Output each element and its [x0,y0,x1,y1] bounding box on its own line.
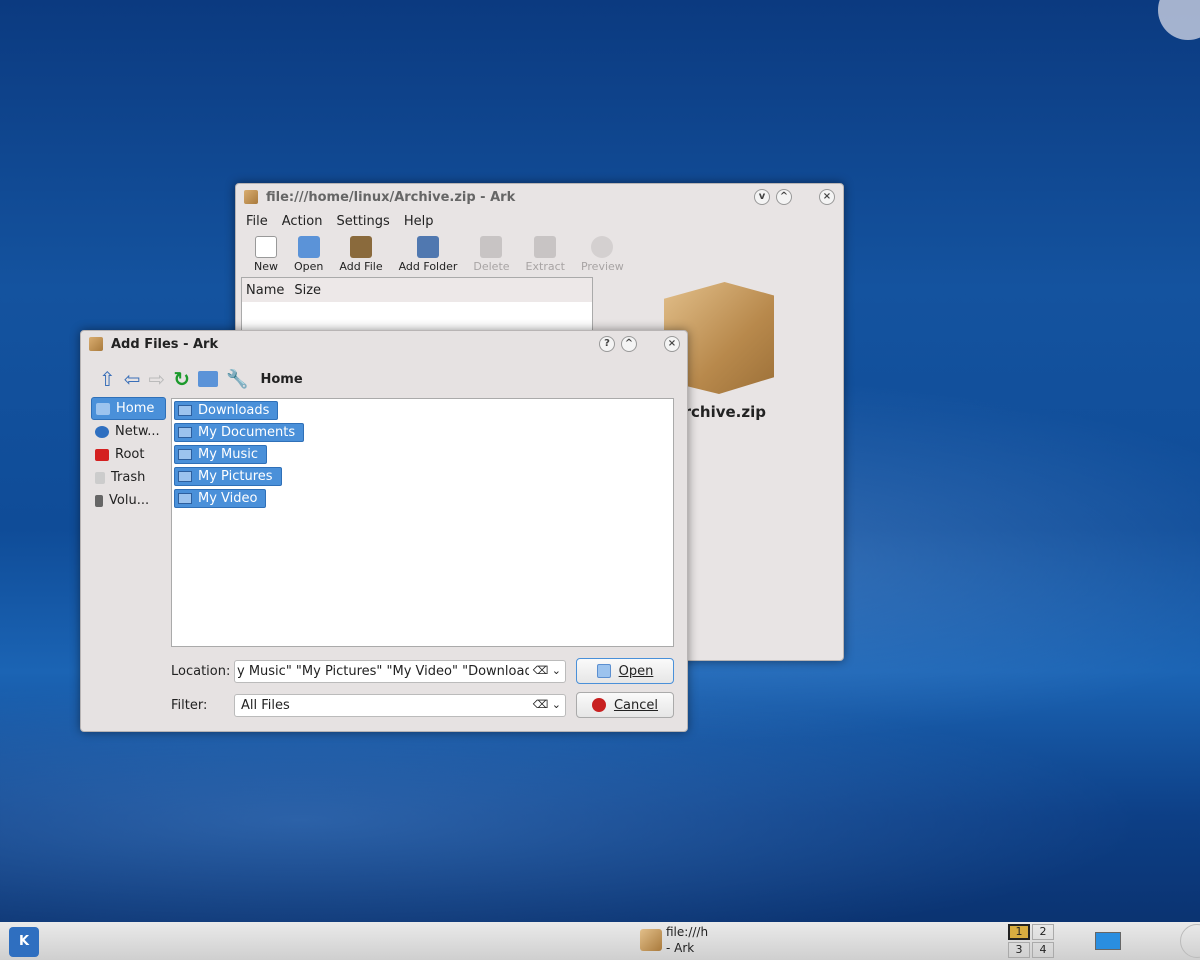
folder-icon [178,449,192,460]
ark-app-icon [244,190,258,204]
list-header: Name Size [242,278,592,302]
delete-button[interactable]: Delete [465,236,517,276]
cancel-button[interactable]: Cancel [576,692,674,718]
file-item-my-pictures[interactable]: My Pictures [174,467,282,486]
extract-button[interactable]: Extract [518,236,573,276]
add-files-dialog: Add Files - Ark ? ^ × ⇧ ⇦ ⇨ ↻ 🔧 Home Hom… [80,330,688,732]
open-button[interactable]: Open [576,658,674,684]
menu-help[interactable]: Help [404,214,434,229]
desktop-pager: 1 2 3 4 [1008,924,1054,958]
preview-icon [591,236,614,258]
preview-button[interactable]: Preview [573,236,632,276]
file-item-my-video[interactable]: My Video [174,489,267,508]
add-file-icon [349,236,372,258]
menubar: File Action Settings Help [236,210,843,232]
location-input[interactable]: y Music" "My Pictures" "My Video" "Downl… [234,660,566,683]
cancel-icon [591,698,606,712]
folder-icon [178,427,192,438]
column-size[interactable]: Size [294,283,321,298]
cashew-icon[interactable] [1180,924,1200,958]
chevron-down-icon[interactable]: ⌄ [552,698,561,711]
open-button[interactable]: Open [286,236,331,276]
ark-app-icon [640,929,662,951]
desktop-2[interactable]: 2 [1032,924,1054,940]
back-arrow-icon[interactable]: ⇦ [124,367,141,391]
close-button[interactable]: × [819,189,835,205]
clear-icon[interactable]: ⌫ [533,664,549,677]
menu-file[interactable]: File [246,214,268,229]
add-folder-button[interactable]: Add Folder [391,236,466,276]
folder-icon [178,493,192,504]
archive-content-list[interactable]: Name Size [241,277,593,337]
task-ark[interactable]: file:///h - Ark [640,924,708,956]
up-arrow-icon[interactable]: ⇧ [99,367,116,391]
menu-action[interactable]: Action [282,214,323,229]
maximize-button[interactable]: ^ [776,189,792,205]
desktop-4[interactable]: 4 [1032,942,1054,958]
file-item-downloads[interactable]: Downloads [174,401,279,420]
device-notifier-icon[interactable] [1095,932,1121,950]
new-folder-icon[interactable] [198,371,219,387]
globe-icon [95,425,109,438]
desktop-1[interactable]: 1 [1008,924,1030,940]
filter-combobox[interactable]: All Files ⌫ ⌄ [234,694,566,717]
menu-settings[interactable]: Settings [336,214,389,229]
navigation-toolbar: ⇧ ⇦ ⇨ ↻ 🔧 Home [99,367,303,391]
desktop-toolbox-icon[interactable] [1158,0,1200,40]
delete-icon [480,236,503,258]
clear-icon[interactable]: ⌫ [533,698,549,711]
folder-icon [178,405,192,416]
reload-icon[interactable]: ↻ [173,367,190,391]
add-file-button[interactable]: Add File [331,236,390,276]
place-home[interactable]: Home [91,397,166,420]
trash-icon [95,471,105,484]
home-folder-icon [96,402,110,415]
file-item-my-documents[interactable]: My Documents [174,423,305,442]
folder-icon [178,471,192,482]
add-folder-icon [416,236,439,258]
file-item-my-music[interactable]: My Music [174,445,268,464]
current-path[interactable]: Home [260,372,302,387]
dialog-titlebar[interactable]: Add Files - Ark [81,331,687,357]
extract-icon [534,236,557,258]
minimize-button[interactable]: v [754,189,770,205]
taskbar: K file:///h - Ark 1 2 3 4 [0,922,1200,960]
new-icon [255,236,277,258]
kde-menu-button[interactable]: K [9,927,39,957]
desktop-3[interactable]: 3 [1008,942,1030,958]
forward-arrow-icon[interactable]: ⇨ [149,367,166,391]
toolbar: New Open Add File Add Folder Delete Extr… [236,232,843,280]
place-volume[interactable]: Volu... [91,489,166,512]
chevron-down-icon[interactable]: ⌄ [552,664,561,677]
place-network[interactable]: Netw... [91,420,166,443]
places-panel: Home Netw... Root Trash Volu... [91,397,166,512]
filter-label: Filter: [171,698,208,713]
place-root[interactable]: Root [91,443,166,466]
ark-app-icon [89,337,103,351]
ark-titlebar[interactable]: file:///home/linux/Archive.zip - Ark [236,184,843,210]
close-button[interactable]: × [664,336,680,352]
place-trash[interactable]: Trash [91,466,166,489]
location-label: Location: [171,664,231,679]
maximize-button[interactable]: ^ [621,336,637,352]
help-button[interactable]: ? [599,336,615,352]
file-list[interactable]: Downloads My Documents My Music My Pictu… [171,398,674,647]
open-icon [297,236,320,258]
red-folder-icon [95,448,109,461]
ark-title: file:///home/linux/Archive.zip - Ark [266,189,516,205]
dialog-title: Add Files - Ark [111,336,219,352]
save-disk-icon [596,664,611,678]
column-name[interactable]: Name [246,283,284,298]
wrench-icon[interactable]: 🔧 [226,369,248,390]
usb-drive-icon [95,494,103,507]
new-button[interactable]: New [246,236,286,276]
